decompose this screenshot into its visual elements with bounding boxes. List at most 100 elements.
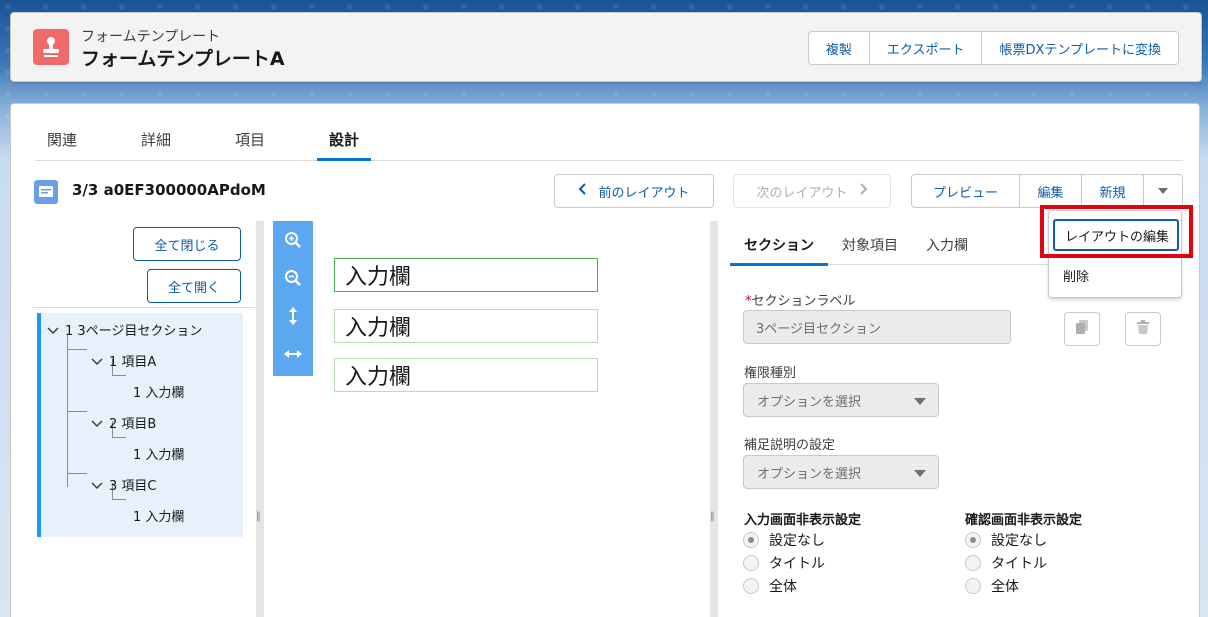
tab-input-field[interactable]: 入力欄 bbox=[912, 225, 982, 265]
next-layout-button[interactable]: 次のレイアウト bbox=[733, 174, 891, 208]
tree-node-item-a[interactable]: 1 項目A bbox=[91, 351, 156, 370]
chevron-down-icon[interactable] bbox=[91, 418, 103, 431]
tree-line bbox=[112, 499, 126, 500]
delete-button[interactable] bbox=[1125, 312, 1161, 346]
tree-node-item-b[interactable]: 2 項目B bbox=[91, 413, 156, 432]
clone-button[interactable]: 複製 bbox=[807, 31, 869, 65]
radio-dot bbox=[965, 532, 981, 548]
tree-line bbox=[67, 473, 87, 474]
radio-label: 全体 bbox=[769, 579, 797, 595]
tree-node-label: 2 項目B bbox=[109, 417, 157, 432]
main-card: 関連 詳細 項目 設計 3/3 a0EF300000APdoM 前のレイアウト … bbox=[10, 103, 1200, 617]
section-label-label: *セクションラベル bbox=[745, 290, 856, 309]
confirm-hide-all-radio[interactable]: 全体 bbox=[965, 576, 1019, 596]
radio-label: 全体 bbox=[991, 579, 1019, 595]
layout-actions: プレビュー 編集 新規 bbox=[911, 174, 1183, 208]
tree-divider bbox=[33, 307, 255, 308]
previous-layout-button[interactable]: 前のレイアウト bbox=[554, 174, 714, 208]
edit-button[interactable]: 編集 bbox=[1019, 174, 1081, 208]
radio-label: タイトル bbox=[991, 556, 1047, 572]
tab-target-item[interactable]: 対象項目 bbox=[828, 225, 912, 265]
record-name: フォームテンプレートA bbox=[81, 48, 285, 70]
radio-label: タイトル bbox=[769, 556, 825, 572]
permission-label: 権限種別 bbox=[744, 366, 797, 381]
confirm-hide-none-radio[interactable]: 設定なし bbox=[965, 530, 1047, 550]
convert-dx-template-button[interactable]: 帳票DXテンプレートに変換 bbox=[981, 31, 1179, 65]
right-splitter[interactable]: || bbox=[710, 221, 718, 617]
stamp-icon bbox=[33, 29, 69, 65]
next-layout-label: 次のレイアウト bbox=[756, 185, 848, 201]
chevron-down-icon[interactable] bbox=[47, 325, 59, 338]
chevron-left-icon bbox=[578, 183, 588, 199]
preview-button[interactable]: プレビュー bbox=[911, 174, 1019, 208]
input-hide-all-radio[interactable]: 全体 bbox=[743, 576, 797, 596]
tab-details[interactable]: 詳細 bbox=[129, 121, 183, 160]
tree-line bbox=[67, 349, 87, 350]
tree-node-input[interactable]: 1 入力欄 bbox=[133, 444, 184, 463]
left-splitter[interactable]: || bbox=[256, 221, 264, 617]
grip-icon: || bbox=[256, 511, 261, 522]
copy-icon bbox=[1075, 319, 1089, 339]
input-hide-title-radio[interactable]: タイトル bbox=[743, 553, 825, 573]
expand-all-button[interactable]: 全て開く bbox=[147, 269, 241, 303]
radio-dot bbox=[965, 555, 981, 571]
tree-line bbox=[112, 375, 126, 376]
supplement-select[interactable]: オプションを選択 bbox=[743, 455, 939, 489]
caret-down-icon bbox=[1157, 184, 1169, 199]
tree-node-section[interactable]: 1 3ページ目セクション bbox=[47, 320, 202, 339]
confirm-hide-heading: 確認画面非表示設定 bbox=[965, 513, 1083, 528]
new-button[interactable]: 新規 bbox=[1081, 174, 1143, 208]
highlight-box bbox=[1040, 205, 1193, 258]
tab-design[interactable]: 設計 bbox=[317, 121, 372, 161]
section-label-text: セクションラベル bbox=[751, 294, 856, 309]
radio-dot bbox=[965, 578, 981, 594]
tree-node-item-c[interactable]: 3 項目C bbox=[91, 475, 156, 494]
record-tabs: 関連 詳細 項目 設計 bbox=[35, 121, 1183, 161]
layout-title: 3/3 a0EF300000APdoM bbox=[72, 181, 266, 199]
tree-line bbox=[112, 437, 126, 438]
radio-dot bbox=[743, 555, 759, 571]
tree-panel: 全て閉じる 全て開く 1 3ページ目セクション 1 項目A 1 入力欄 2 項目… bbox=[33, 221, 255, 617]
tab-section[interactable]: セクション bbox=[730, 225, 828, 266]
more-actions-button[interactable] bbox=[1143, 174, 1183, 208]
tree-node-label: 1 3ページ目セクション bbox=[65, 324, 203, 339]
object-label: フォームテンプレート bbox=[81, 29, 221, 45]
permission-select[interactable]: オプションを選択 bbox=[743, 383, 939, 417]
supplement-select-value: オプションを選択 bbox=[757, 466, 862, 482]
canvas-toolbar bbox=[273, 221, 313, 376]
header-actions: 複製 エクスポート 帳票DXテンプレートに変換 bbox=[807, 31, 1179, 65]
export-button[interactable]: エクスポート bbox=[868, 31, 982, 65]
horizontal-resize-icon[interactable] bbox=[273, 335, 313, 373]
canvas-field[interactable]: 入力欄 bbox=[334, 309, 598, 343]
grip-icon: || bbox=[710, 511, 715, 522]
chevron-right-icon bbox=[858, 183, 868, 199]
section-tree: 1 3ページ目セクション 1 項目A 1 入力欄 2 項目B 1 入力欄 3 項… bbox=[37, 313, 243, 537]
section-label-input[interactable]: 3ページ目セクション bbox=[743, 310, 1011, 344]
tree-node-input[interactable]: 1 入力欄 bbox=[133, 506, 184, 525]
input-hide-none-radio[interactable]: 設定なし bbox=[743, 530, 825, 550]
canvas-field[interactable]: 入力欄 bbox=[334, 258, 598, 292]
vertical-resize-icon[interactable] bbox=[273, 297, 313, 335]
zoom-out-icon[interactable] bbox=[273, 259, 313, 297]
collapse-all-button[interactable]: 全て閉じる bbox=[133, 227, 241, 261]
radio-label: 設定なし bbox=[991, 533, 1047, 549]
radio-dot bbox=[743, 578, 759, 594]
tree-node-label: 1 項目A bbox=[109, 355, 157, 370]
radio-dot bbox=[743, 532, 759, 548]
tab-items[interactable]: 項目 bbox=[223, 121, 277, 160]
canvas-field[interactable]: 入力欄 bbox=[334, 358, 598, 392]
tree-node-input[interactable]: 1 入力欄 bbox=[133, 382, 184, 401]
zoom-in-icon[interactable] bbox=[273, 221, 313, 259]
copy-button[interactable] bbox=[1064, 312, 1100, 346]
caret-down-icon bbox=[914, 398, 926, 405]
confirm-hide-title-radio[interactable]: タイトル bbox=[965, 553, 1047, 573]
chevron-down-icon[interactable] bbox=[91, 480, 103, 493]
caret-down-icon bbox=[914, 470, 926, 477]
tree-node-label: 3 項目C bbox=[109, 479, 157, 494]
tab-related[interactable]: 関連 bbox=[35, 121, 89, 160]
chevron-down-icon[interactable] bbox=[91, 356, 103, 369]
previous-layout-label: 前のレイアウト bbox=[598, 185, 690, 201]
menu-item-delete[interactable]: 削除 bbox=[1053, 259, 1179, 291]
trash-icon bbox=[1136, 319, 1150, 339]
supplement-label: 補足説明の設定 bbox=[744, 438, 836, 453]
